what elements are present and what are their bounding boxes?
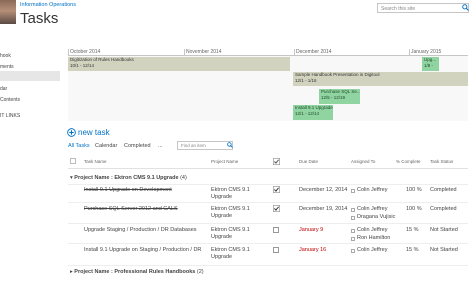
site-title-link[interactable]: Information Operations — [20, 2, 76, 8]
presence-indicator — [351, 216, 355, 220]
group-label: Project Name : Professional Rules Handbo… — [74, 269, 196, 275]
group-label: Project Name : Ektron CMS 9.1 Upgrade — [74, 175, 179, 181]
timeline-month-label: October 2014 — [70, 49, 101, 55]
timeline-tick — [184, 49, 185, 56]
timeline-bar-dates: 1/8 - — [424, 63, 434, 68]
row-divider — [68, 202, 468, 203]
timeline-bar-sample-handbook[interactable]: Sample Handbook Presentation in Digitool… — [293, 72, 468, 86]
assigned-to-link[interactable]: Colin Jeffrey — [357, 206, 387, 213]
page-title: Tasks — [20, 10, 59, 27]
percent-complete-cell: 15 % — [406, 227, 419, 233]
select-all-checkbox[interactable] — [70, 158, 76, 164]
due-date-cell: December 12, 2014 — [299, 187, 348, 193]
presence-indicator — [351, 208, 355, 212]
task-name-link[interactable]: Install 9.1 Upgrade on Development — [84, 187, 172, 194]
timeline-month-label: January 2015 — [411, 49, 442, 55]
row-divider — [68, 243, 468, 244]
group-count: (4) — [180, 175, 187, 181]
task-name-link[interactable]: Upgrade Staging / Production / DR Databa… — [84, 227, 204, 234]
column-header-task-status[interactable]: Task Status — [430, 159, 453, 164]
expand-icon[interactable]: ▸ — [70, 269, 73, 275]
group-header-ektron[interactable]: ▾ Project Name : Ektron CMS 9.1 Upgrade … — [70, 175, 187, 181]
task-name-link[interactable]: Purchase SQL Server 2012 and CALS — [84, 206, 178, 213]
column-header-percent-complete[interactable]: % Complete — [396, 159, 421, 164]
presence-indicator — [351, 249, 355, 253]
timeline-bar-purchase-sql[interactable]: Purchase SQL Se... 12/5 - 12/19 — [319, 89, 360, 104]
project-name-cell: Ektron CMS 9.1 Upgrade — [211, 227, 250, 240]
column-header-assigned-to[interactable]: Assigned To — [351, 159, 375, 164]
checkmark-column-icon[interactable] — [273, 158, 280, 165]
search-icon[interactable] — [462, 4, 469, 11]
header-divider — [68, 168, 468, 169]
timeline-tick — [409, 49, 410, 56]
project-name-cell: Ektron CMS 9.1 Upgrade — [211, 247, 250, 260]
percent-complete-cell: 100 % — [406, 187, 422, 193]
add-icon[interactable] — [67, 128, 76, 137]
column-header-task-name[interactable]: Task Name — [84, 159, 107, 164]
timeline-bar-upgrade[interactable]: Upg... 1/8 - — [422, 57, 439, 71]
presence-indicator — [351, 237, 355, 241]
assigned-to-link[interactable]: Colin Jeffrey — [357, 227, 387, 234]
search-icon[interactable] — [227, 142, 233, 148]
project-name-cell: Ektron CMS 9.1 Upgrade — [211, 187, 250, 200]
timeline-bar-digitization[interactable]: Digitization of Rules Handbooks 10/1 - 1… — [68, 57, 290, 71]
site-search-input[interactable]: Search this site — [377, 3, 469, 13]
task-status-cell: Completed — [430, 187, 457, 193]
project-name-cell: Ektron CMS 9.1 Upgrade — [211, 206, 250, 219]
nav-selected-highlight — [0, 71, 60, 81]
timeline-tick — [68, 49, 69, 56]
presence-indicator — [351, 189, 355, 193]
timeline-axis — [68, 55, 468, 56]
due-date-cell: January 16 — [299, 247, 327, 253]
group-header-professional-rules[interactable]: ▸ Project Name : Professional Rules Hand… — [70, 269, 204, 275]
user-avatar[interactable] — [0, 0, 16, 24]
find-item-input[interactable]: Find an item — [177, 141, 233, 150]
timeline-bar-dates: 12/5 - 12/19 — [321, 95, 346, 100]
timeline-month-label: November 2014 — [186, 49, 222, 55]
row-divider — [68, 184, 468, 185]
group-count: (2) — [196, 269, 204, 275]
tab-completed[interactable]: Completed — [124, 143, 151, 149]
task-complete-checkbox[interactable] — [273, 186, 280, 193]
task-status-cell: Not Started — [430, 227, 458, 233]
column-header-due-date[interactable]: Due Date — [299, 159, 318, 164]
timeline-tick — [294, 49, 295, 56]
timeline-bar-dates: 12/1 - 12/14 — [295, 111, 320, 116]
due-date-cell: January 9 — [299, 227, 324, 233]
task-status-cell: Completed — [430, 206, 457, 212]
more-views-button[interactable]: ... — [158, 143, 163, 149]
timeline-bar-dates: 10/1 - 12/14 — [70, 63, 95, 68]
nav-item-edit-links[interactable]: IT LINKS — [0, 113, 20, 119]
nav-item-site-contents[interactable]: Contents — [0, 97, 20, 103]
nav-item-calendar[interactable]: dar — [0, 86, 7, 92]
task-complete-checkbox[interactable] — [273, 247, 279, 253]
assigned-to-link[interactable]: Dragana Vujisic — [357, 214, 395, 221]
timeline-month-label: December 2014 — [296, 49, 332, 55]
assigned-to-link[interactable]: Colin Jeffrey — [357, 187, 387, 194]
task-name-link[interactable]: Install 9.1 Upgrade on Staging / Product… — [84, 247, 204, 254]
task-status-cell: Not Started — [430, 247, 458, 253]
percent-complete-cell: 100 % — [406, 206, 422, 212]
tab-calendar[interactable]: Calendar — [95, 143, 117, 149]
nav-item-home[interactable]: hook — [0, 53, 11, 59]
assigned-to-link[interactable]: Colin Jeffrey — [357, 247, 387, 254]
task-complete-checkbox[interactable] — [273, 227, 279, 233]
timeline-bar-install-upgrade[interactable]: Install 9.1 Upgrade on... 12/1 - 12/14 — [293, 105, 333, 120]
nav-item-documents[interactable]: ments — [0, 64, 14, 70]
row-divider — [68, 223, 468, 224]
percent-complete-cell: 15 % — [406, 247, 419, 253]
new-task-link[interactable]: new task — [78, 128, 110, 137]
row-divider — [68, 265, 468, 266]
assigned-to-link[interactable]: Ron Hamilton — [357, 235, 390, 242]
collapse-icon[interactable]: ▾ — [70, 175, 73, 181]
task-complete-checkbox[interactable] — [273, 205, 280, 212]
presence-indicator — [351, 229, 355, 233]
due-date-cell: December 19, 2014 — [299, 206, 348, 212]
timeline-bar-dates: 12/1 - 1/16 — [295, 78, 317, 83]
column-header-project-name[interactable]: Project Name — [211, 159, 238, 164]
tab-all-tasks[interactable]: All Tasks — [68, 143, 90, 149]
